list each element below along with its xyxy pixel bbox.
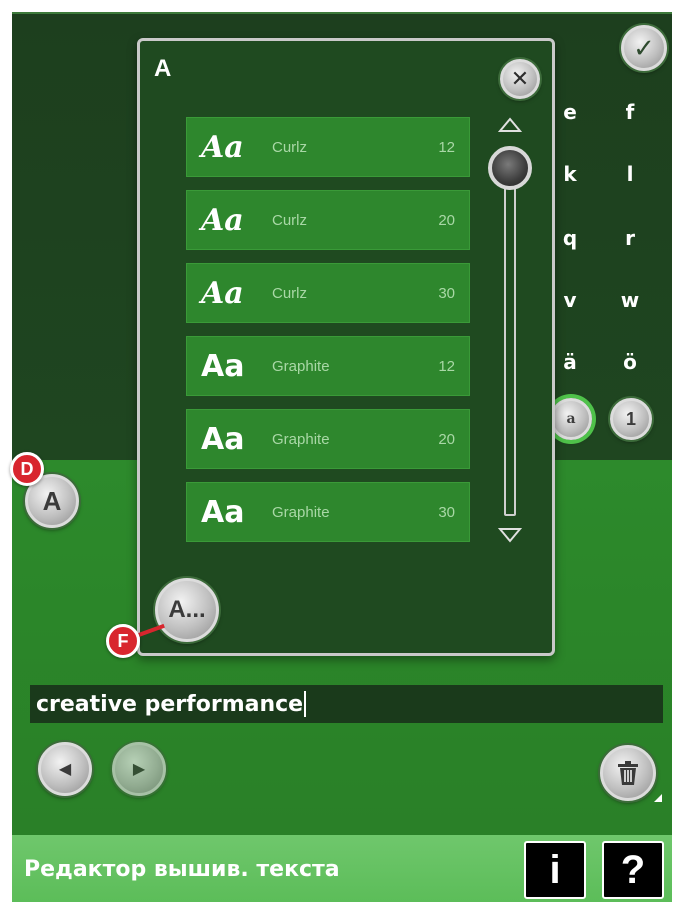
font-more-button[interactable]: A... bbox=[155, 578, 219, 642]
callout-marker-d: D bbox=[10, 452, 44, 486]
font-name: Graphite bbox=[272, 430, 330, 448]
font-list-item[interactable]: Aa Graphite 30 bbox=[186, 482, 470, 542]
font-name: Graphite bbox=[272, 503, 330, 521]
embroidery-text-editor-screen: ✓ e f k l q r v w ä ö a 1 A D A ✕ Aa Cur… bbox=[0, 0, 674, 902]
font-preview: Aa bbox=[201, 202, 244, 238]
key-e[interactable]: e bbox=[555, 100, 585, 124]
key-q[interactable]: q bbox=[555, 226, 585, 250]
info-button[interactable]: i bbox=[524, 841, 586, 899]
cursor-left-button[interactable]: ◀ bbox=[38, 742, 92, 796]
font-list-item[interactable]: Aa Curlz 12 bbox=[186, 117, 470, 177]
callout-marker-f: F bbox=[106, 624, 140, 658]
font-more-label: A... bbox=[168, 596, 206, 623]
font-list-item[interactable]: Aa Curlz 20 bbox=[186, 190, 470, 250]
arrow-left-icon: ◀ bbox=[58, 761, 72, 778]
font-list-item[interactable]: Aa Curlz 30 bbox=[186, 263, 470, 323]
font-preview: Aa bbox=[201, 421, 245, 457]
font-size: 12 bbox=[438, 357, 455, 375]
font-size: 12 bbox=[438, 138, 455, 156]
key-o-umlaut[interactable]: ö bbox=[615, 350, 645, 374]
long-press-indicator bbox=[654, 794, 662, 802]
cursor-right-button[interactable]: ▶ bbox=[112, 742, 166, 796]
triangle-up-icon[interactable] bbox=[498, 117, 522, 135]
triangle-down-icon[interactable] bbox=[498, 525, 522, 543]
font-preview: Aa bbox=[201, 348, 245, 384]
lowercase-mode-label: a bbox=[566, 411, 576, 427]
font-size: 20 bbox=[438, 430, 455, 448]
font-size: 20 bbox=[438, 211, 455, 229]
delete-button[interactable] bbox=[600, 745, 656, 801]
key-k[interactable]: k bbox=[555, 162, 585, 186]
text-cursor bbox=[304, 691, 307, 717]
scrollbar-thumb[interactable] bbox=[488, 146, 532, 190]
checkmark-icon: ✓ bbox=[633, 32, 655, 63]
help-button[interactable]: ? bbox=[602, 841, 664, 899]
font-name: Curlz bbox=[272, 284, 308, 302]
lowercase-mode-button[interactable]: a bbox=[550, 398, 592, 440]
text-input-value: creative performance bbox=[36, 691, 304, 717]
key-f[interactable]: f bbox=[615, 100, 645, 124]
font-selection-dialog: A ✕ Aa Curlz 12 Aa Curlz 20 Aa Curlz 30 … bbox=[137, 38, 555, 656]
font-preview: Aa bbox=[201, 129, 244, 165]
confirm-button[interactable]: ✓ bbox=[621, 25, 667, 71]
font-list-item[interactable]: Aa Graphite 20 bbox=[186, 409, 470, 469]
status-title: Редактор вышив. текста bbox=[24, 857, 340, 882]
font-button-label: A bbox=[42, 485, 62, 516]
number-mode-button[interactable]: 1 bbox=[610, 398, 652, 440]
text-input-field[interactable]: creative performance bbox=[30, 685, 663, 723]
font-preview: Aa bbox=[201, 275, 244, 311]
font-preview: Aa bbox=[201, 494, 245, 530]
close-icon: ✕ bbox=[510, 66, 530, 91]
font-name: Curlz bbox=[272, 211, 308, 229]
dialog-title: A bbox=[154, 55, 172, 82]
font-name: Graphite bbox=[272, 357, 330, 375]
key-r[interactable]: r bbox=[615, 226, 645, 250]
arrow-right-icon: ▶ bbox=[132, 761, 146, 778]
key-l[interactable]: l bbox=[615, 162, 645, 186]
number-mode-label: 1 bbox=[625, 408, 636, 429]
trash-icon bbox=[618, 761, 638, 785]
font-list-item[interactable]: Aa Graphite 12 bbox=[186, 336, 470, 396]
scrollbar-track[interactable] bbox=[504, 171, 516, 516]
key-a-umlaut[interactable]: ä bbox=[555, 350, 585, 374]
font-name: Curlz bbox=[272, 138, 308, 156]
font-size: 30 bbox=[438, 284, 455, 302]
status-bar: Редактор вышив. текста i ? bbox=[12, 835, 672, 902]
key-v[interactable]: v bbox=[555, 288, 585, 312]
key-w[interactable]: w bbox=[615, 288, 645, 312]
font-size: 30 bbox=[438, 503, 455, 521]
close-button[interactable]: ✕ bbox=[500, 59, 540, 99]
